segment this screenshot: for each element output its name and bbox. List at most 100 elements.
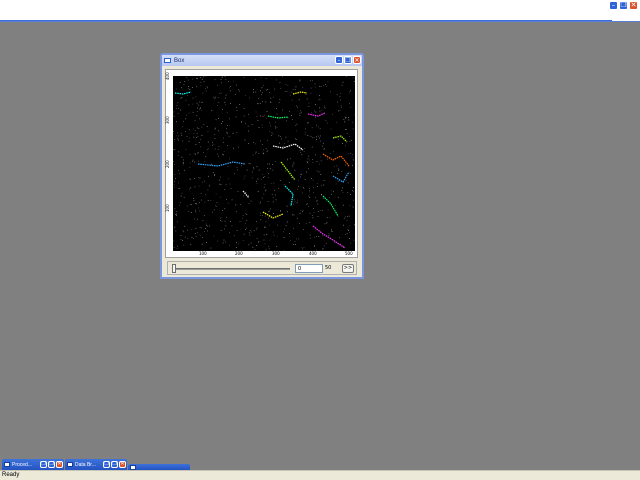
image-window-titlebar[interactable]: Box – ❐ ✕ xyxy=(162,55,362,66)
noise-speckle xyxy=(296,238,297,240)
noise-speckle xyxy=(323,85,324,86)
noise-speckle xyxy=(299,115,301,116)
noise-speckle xyxy=(260,178,262,180)
noise-speckle xyxy=(192,160,193,162)
frame-slider-track[interactable] xyxy=(172,268,290,270)
play-button[interactable]: >> xyxy=(342,264,354,273)
frame-number-input[interactable]: 0 xyxy=(295,264,323,273)
noise-speckle xyxy=(195,153,196,155)
app-close-button[interactable]: ✕ xyxy=(629,1,638,10)
window-restore-button[interactable]: ❐ xyxy=(344,56,352,64)
noise-speckle xyxy=(322,248,323,250)
noise-speckle xyxy=(200,146,201,148)
noise-speckle xyxy=(312,159,313,160)
noise-speckle xyxy=(220,184,222,185)
noise-speckle xyxy=(223,137,224,139)
noise-speckle xyxy=(311,215,313,216)
noise-speckle xyxy=(336,94,338,95)
noise-speckle xyxy=(314,245,315,247)
minimized-window-data-browser[interactable]: Data Br... ❐ ❐ ✕ xyxy=(65,459,127,470)
noise-speckle xyxy=(205,228,207,229)
noise-speckle xyxy=(217,84,219,86)
noise-speckle xyxy=(182,240,183,241)
noise-speckle xyxy=(315,154,316,156)
close-button[interactable]: ✕ xyxy=(56,461,63,468)
noise-speckle xyxy=(248,195,249,196)
noise-speckle xyxy=(199,235,201,237)
noise-speckle xyxy=(320,174,322,175)
noise-speckle xyxy=(349,232,350,234)
noise-speckle xyxy=(179,82,181,83)
noise-speckle xyxy=(341,190,343,192)
maximize-button[interactable]: ❐ xyxy=(111,461,118,468)
window-minimize-button[interactable]: – xyxy=(335,56,343,64)
noise-speckle xyxy=(298,186,299,187)
frame-slider-thumb[interactable] xyxy=(172,264,176,273)
noise-speckle xyxy=(352,159,354,161)
noise-speckle xyxy=(245,192,247,193)
noise-speckle xyxy=(174,180,175,182)
noise-speckle xyxy=(269,239,271,241)
noise-speckle xyxy=(191,228,193,230)
noise-speckle xyxy=(319,85,320,87)
noise-speckle xyxy=(190,179,191,180)
noise-speckle xyxy=(306,203,308,204)
noise-speckle xyxy=(253,89,254,90)
noise-speckle xyxy=(235,204,237,206)
noise-speckle xyxy=(233,235,235,237)
noise-speckle xyxy=(194,161,195,163)
restore-button[interactable]: ❐ xyxy=(103,461,110,468)
noise-speckle xyxy=(193,200,195,202)
noise-speckle xyxy=(204,167,206,169)
noise-speckle xyxy=(236,247,237,248)
noise-speckle xyxy=(202,220,204,221)
noise-speckle xyxy=(343,119,345,120)
noise-speckle xyxy=(265,148,267,150)
noise-speckle xyxy=(316,199,318,201)
noise-speckle xyxy=(288,190,290,192)
noise-speckle xyxy=(276,79,277,81)
noise-speckle xyxy=(267,163,269,165)
noise-speckle xyxy=(261,127,263,129)
window-close-button[interactable]: ✕ xyxy=(353,56,361,64)
noise-speckle xyxy=(253,168,255,170)
noise-speckle xyxy=(268,248,270,250)
minimized-window-procedure[interactable]: Proced... ❐ ❐ ✕ xyxy=(2,459,64,470)
noise-speckle xyxy=(320,160,322,162)
noise-speckle xyxy=(348,215,350,217)
app-restore-button[interactable]: ❐ xyxy=(619,1,628,10)
noise-speckle xyxy=(184,225,186,227)
restore-button[interactable]: ❐ xyxy=(40,461,47,468)
particle-track-image[interactable] xyxy=(173,76,355,251)
noise-speckle xyxy=(261,197,263,199)
noise-speckle xyxy=(349,140,351,142)
close-button[interactable]: ✕ xyxy=(119,461,126,468)
noise-speckle xyxy=(283,237,285,238)
noise-speckle xyxy=(293,244,295,245)
noise-speckle xyxy=(255,111,257,113)
noise-speckle xyxy=(338,180,339,182)
noise-speckle xyxy=(337,168,339,170)
noise-speckle xyxy=(256,183,258,184)
noise-speckle xyxy=(216,202,218,204)
noise-speckle xyxy=(275,161,276,162)
noise-speckle xyxy=(317,203,319,205)
maximize-button[interactable]: ❐ xyxy=(48,461,55,468)
noise-speckle xyxy=(224,97,226,99)
noise-speckle xyxy=(188,141,190,142)
noise-speckle xyxy=(279,180,281,181)
noise-speckle xyxy=(200,101,202,103)
noise-speckle xyxy=(200,77,201,78)
noise-speckle xyxy=(204,161,206,163)
noise-speckle xyxy=(275,126,276,127)
noise-speckle xyxy=(192,97,194,99)
app-minimize-button[interactable]: – xyxy=(609,1,618,10)
noise-speckle xyxy=(200,227,202,229)
noise-speckle xyxy=(345,129,346,130)
noise-speckle xyxy=(279,99,281,100)
noise-speckle xyxy=(319,99,321,100)
noise-speckle xyxy=(202,181,203,183)
window-icon xyxy=(4,462,10,467)
noise-speckle xyxy=(174,226,176,228)
noise-speckle xyxy=(192,87,193,88)
